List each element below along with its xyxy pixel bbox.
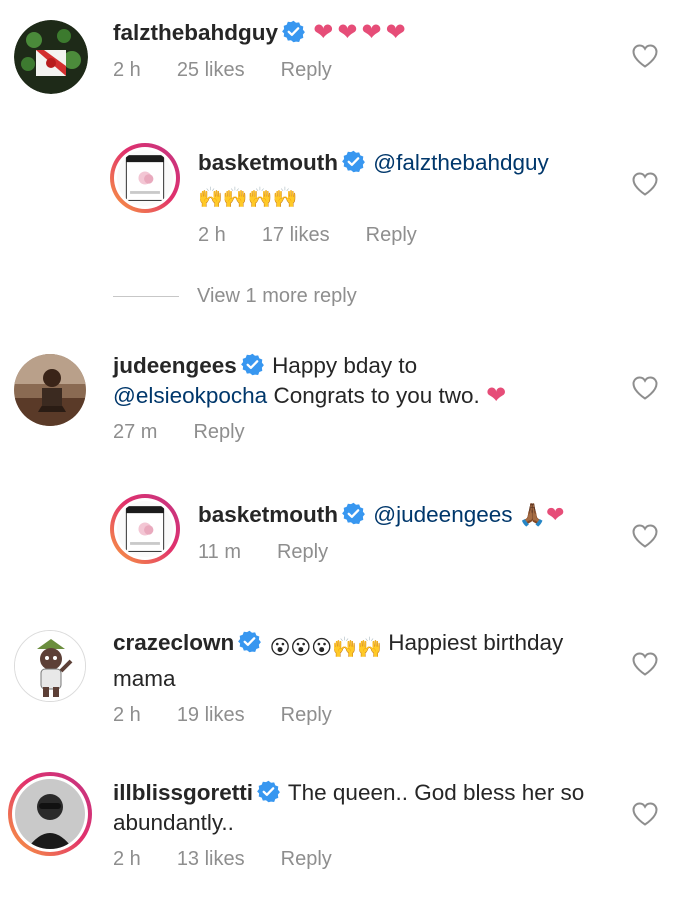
verified-badge-icon: [282, 20, 305, 43]
comment-meta: 2 h 17 likes Reply: [198, 223, 618, 247]
avatar-image: [15, 779, 85, 849]
comment-text: falzthebahdguy ❤❤❤❤: [113, 18, 613, 48]
likes-count[interactable]: 25 likes: [177, 59, 245, 81]
mention-link[interactable]: @falzthebahdguy: [373, 150, 548, 175]
verified-badge-icon: [342, 502, 365, 525]
avatar[interactable]: [14, 354, 86, 426]
comment-body: falzthebahdguy ❤❤❤❤ 2 h 25 likes Reply: [113, 18, 613, 82]
verified-badge-icon: [238, 630, 261, 653]
avatar-image: [14, 354, 86, 426]
reply-button[interactable]: Reply: [277, 541, 328, 563]
comment-text: illblissgoretti The queen.. God bless he…: [113, 778, 613, 837]
timestamp: 2 h: [113, 848, 141, 870]
avatar-image: [14, 20, 88, 94]
comment-message: 🙏🏾❤: [518, 502, 565, 527]
comment-body: illblissgoretti The queen.. God bless he…: [113, 778, 613, 871]
comment-meta: 27 m Reply: [113, 420, 613, 444]
comment-message-end: Congrats to you two.: [273, 382, 480, 408]
avatar-image: [117, 501, 173, 557]
heart-outline-icon[interactable]: [632, 44, 658, 68]
view-more-label[interactable]: View 1 more reply: [197, 285, 357, 308]
avatar-image: [15, 631, 85, 701]
timestamp: 2 h: [113, 704, 141, 726]
comment-message: ❤❤❤❤: [313, 19, 410, 46]
verified-badge-icon: [241, 353, 264, 376]
heart-outline-icon[interactable]: [632, 172, 658, 196]
verified-badge-icon: [342, 150, 365, 173]
avatar[interactable]: [110, 494, 180, 564]
heart-outline-icon[interactable]: [632, 652, 658, 676]
username[interactable]: falzthebahdguy: [113, 20, 278, 45]
comment-message-start: Happy bday to: [272, 353, 418, 378]
avatar[interactable]: [14, 20, 88, 94]
heart-emoji: ❤: [486, 381, 507, 409]
comment-text: crazeclown 😮😮😮🙌🙌 Happiest birthday mama: [113, 628, 613, 693]
comment-body: crazeclown 😮😮😮🙌🙌 Happiest birthday mama …: [113, 628, 613, 727]
username[interactable]: judeengees: [113, 353, 237, 378]
reply-button[interactable]: Reply: [193, 421, 244, 443]
reply-button[interactable]: Reply: [281, 848, 332, 870]
likes-count[interactable]: 13 likes: [177, 848, 245, 870]
avatar[interactable]: [110, 143, 180, 213]
heart-outline-icon[interactable]: [632, 802, 658, 826]
comment-message: 🙌🙌🙌🙌: [198, 186, 298, 209]
timestamp: 2 h: [198, 224, 226, 246]
reply-button[interactable]: Reply: [281, 59, 332, 81]
username[interactable]: illblissgoretti: [113, 780, 253, 805]
comment-text: basketmouth @judeengees 🙏🏾❤: [198, 500, 618, 530]
reply-button[interactable]: Reply: [366, 224, 417, 246]
avatar[interactable]: [14, 630, 86, 702]
username[interactable]: crazeclown: [113, 630, 234, 655]
comment-meta: 11 m Reply: [198, 540, 618, 564]
mention-link[interactable]: @judeengees: [373, 502, 512, 527]
view-more-replies[interactable]: View 1 more reply: [113, 285, 357, 308]
verified-badge-icon: [257, 780, 280, 803]
comment-meta: 2 h 13 likes Reply: [113, 847, 613, 871]
comment-meta: 2 h 19 likes Reply: [113, 703, 613, 727]
heart-outline-icon[interactable]: [632, 376, 658, 400]
heart-outline-icon[interactable]: [632, 524, 658, 548]
username[interactable]: basketmouth: [198, 502, 338, 527]
emoji-string: 😮😮😮🙌🙌: [269, 637, 382, 659]
comment-text: judeengees Happy bday to @elsieokpocha C…: [113, 351, 613, 410]
likes-count[interactable]: 17 likes: [262, 224, 330, 246]
avatar[interactable]: [8, 772, 92, 856]
divider-line: [113, 295, 179, 298]
comment-meta: 2 h 25 likes Reply: [113, 58, 613, 82]
comment-body: basketmouth @falzthebahdguy 🙌🙌🙌🙌 2 h 17 l…: [198, 148, 618, 247]
mention-link[interactable]: @elsieokpocha: [113, 383, 267, 408]
reply-button[interactable]: Reply: [281, 704, 332, 726]
timestamp: 27 m: [113, 421, 158, 443]
timestamp: 2 h: [113, 58, 141, 81]
timestamp: 11 m: [198, 540, 241, 563]
avatar-image: [117, 150, 173, 206]
comment-text: basketmouth @falzthebahdguy 🙌🙌🙌🙌: [198, 148, 618, 213]
comment-body: judeengees Happy bday to @elsieokpocha C…: [113, 351, 613, 444]
comment-body: basketmouth @judeengees 🙏🏾❤ 11 m Reply: [198, 500, 618, 564]
username[interactable]: basketmouth: [198, 150, 338, 175]
likes-count[interactable]: 19 likes: [177, 704, 245, 726]
